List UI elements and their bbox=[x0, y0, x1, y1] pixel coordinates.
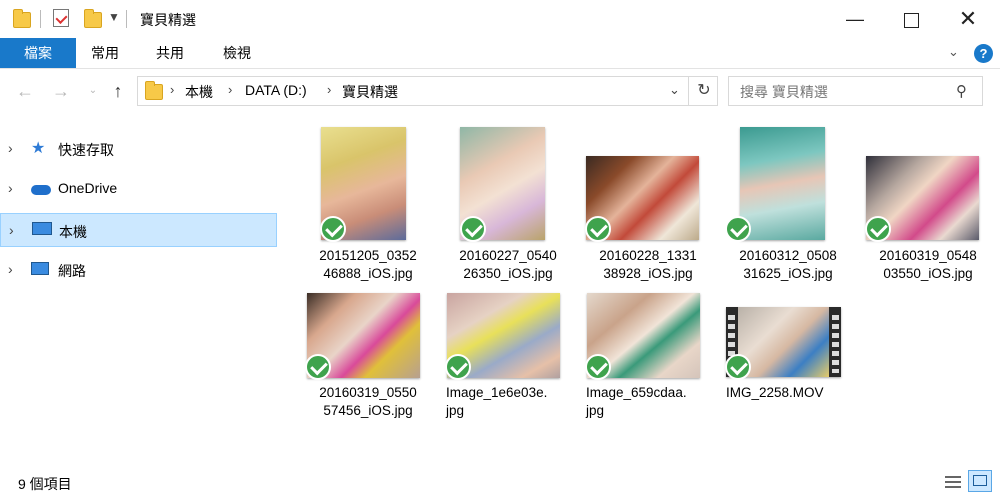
breadcrumb-chevron-icon[interactable]: › bbox=[228, 82, 232, 97]
file-item[interactable]: 20160228_1331 38928_iOS.jpg bbox=[583, 125, 713, 285]
recent-locations-icon[interactable]: ⌄ bbox=[80, 78, 106, 104]
sync-check-icon bbox=[725, 216, 751, 242]
back-arrow-icon[interactable]: ← bbox=[12, 78, 38, 104]
file-item[interactable]: 20160312_0508 31625_iOS.jpg bbox=[723, 125, 853, 285]
file-item[interactable]: 20160227_0540 26350_iOS.jpg bbox=[443, 125, 573, 285]
address-dropdown-icon[interactable]: ⌄ bbox=[669, 82, 680, 98]
nav-label: 快速存取 bbox=[58, 142, 114, 158]
sync-check-icon bbox=[585, 354, 611, 380]
expand-chevron-icon[interactable]: › bbox=[9, 222, 14, 238]
properties-icon[interactable] bbox=[53, 9, 69, 27]
minimize-icon: — bbox=[846, 9, 864, 29]
breadcrumb-chevron-icon[interactable]: › bbox=[327, 82, 331, 97]
file-name: Image_1e6e03e. jpg bbox=[446, 385, 548, 418]
nav-item-this-pc[interactable]: › 本機 bbox=[0, 213, 277, 247]
nav-item-quick-access[interactable]: › ★ 快速存取 bbox=[0, 131, 277, 167]
sync-check-icon bbox=[585, 216, 611, 242]
nav-label: 本機 bbox=[59, 224, 87, 240]
folder-icon bbox=[145, 81, 163, 100]
search-icon[interactable]: ⚲ bbox=[956, 82, 967, 100]
status-item-count: 9 個項目 bbox=[18, 476, 72, 492]
help-icon[interactable]: ? bbox=[974, 44, 993, 63]
expand-chevron-icon[interactable]: › bbox=[8, 180, 13, 196]
refresh-icon[interactable]: ↻ bbox=[688, 77, 719, 105]
sync-check-icon bbox=[320, 216, 346, 242]
title-bar: ▼ 寶貝精選 — ✕ bbox=[0, 0, 1000, 38]
minimize-button[interactable]: — bbox=[832, 0, 878, 38]
forward-arrow-icon[interactable]: → bbox=[48, 78, 74, 104]
expand-chevron-icon[interactable]: › bbox=[8, 140, 13, 156]
address-bar[interactable] bbox=[137, 76, 718, 106]
tab-view[interactable]: 檢視 bbox=[212, 38, 262, 68]
file-name: IMG_2258.MOV bbox=[726, 385, 824, 400]
sync-check-icon bbox=[445, 354, 471, 380]
breadcrumb-drive[interactable]: DATA (D:) bbox=[245, 82, 307, 98]
file-name: 20160319_0548 03550_iOS.jpg bbox=[879, 248, 977, 281]
nav-item-onedrive[interactable]: › OneDrive bbox=[0, 171, 277, 207]
file-item[interactable]: Image_1e6e03e. jpg bbox=[443, 290, 573, 450]
window-title: 寶貝精選 bbox=[140, 12, 196, 28]
divider bbox=[126, 10, 127, 28]
breadcrumb-chevron-icon[interactable]: › bbox=[170, 82, 174, 97]
expand-ribbon-icon[interactable]: ⌄ bbox=[948, 44, 959, 60]
file-item[interactable]: 20160319_0548 03550_iOS.jpg bbox=[863, 125, 993, 285]
cloud-icon bbox=[31, 185, 51, 195]
expand-chevron-icon[interactable]: › bbox=[8, 261, 13, 277]
file-name: 20151205_0352 46888_iOS.jpg bbox=[319, 248, 417, 281]
customize-toolbar-icon[interactable]: ▼ bbox=[108, 10, 120, 24]
sync-check-icon bbox=[865, 216, 891, 242]
close-icon: ✕ bbox=[958, 6, 978, 31]
up-arrow-icon[interactable]: ↑ bbox=[105, 78, 131, 104]
file-item[interactable]: Image_659cdaa. jpg bbox=[583, 290, 713, 450]
folder-icon bbox=[13, 9, 31, 28]
file-item[interactable]: 20160319_0550 57456_iOS.jpg bbox=[303, 290, 433, 450]
file-thumbnail bbox=[740, 127, 825, 240]
breadcrumb-this-pc[interactable]: 本機 bbox=[185, 82, 213, 102]
close-button[interactable]: ✕ bbox=[945, 0, 991, 38]
large-icons-view-icon[interactable] bbox=[968, 470, 992, 492]
sync-check-icon bbox=[460, 216, 486, 242]
nav-item-network[interactable]: › 網路 bbox=[0, 252, 277, 288]
file-name: 20160227_0540 26350_iOS.jpg bbox=[459, 248, 557, 281]
breadcrumb-folder[interactable]: 寶貝精選 bbox=[342, 82, 398, 102]
details-view-icon[interactable] bbox=[943, 473, 963, 491]
file-name: 20160312_0508 31625_iOS.jpg bbox=[739, 248, 837, 281]
file-item[interactable]: IMG_2258.MOV bbox=[723, 290, 853, 450]
sync-check-icon bbox=[725, 354, 751, 380]
file-name: 20160319_0550 57456_iOS.jpg bbox=[319, 385, 417, 418]
file-item[interactable]: 20151205_0352 46888_iOS.jpg bbox=[303, 125, 433, 285]
monitor-icon bbox=[32, 222, 52, 235]
tab-home[interactable]: 常用 bbox=[80, 38, 130, 68]
new-folder-icon[interactable] bbox=[84, 9, 102, 28]
star-icon: ★ bbox=[31, 140, 46, 157]
sync-check-icon bbox=[305, 354, 331, 380]
nav-label: OneDrive bbox=[58, 180, 118, 196]
file-name: Image_659cdaa. jpg bbox=[586, 385, 687, 418]
maximize-button[interactable] bbox=[888, 0, 934, 38]
divider bbox=[40, 10, 41, 28]
file-name: 20160228_1331 38928_iOS.jpg bbox=[599, 248, 697, 281]
nav-label: 網路 bbox=[58, 263, 86, 279]
tab-file[interactable]: 檔案 bbox=[0, 38, 76, 68]
network-icon bbox=[31, 262, 49, 275]
search-input[interactable]: 搜尋 寶貝精選 bbox=[740, 82, 828, 102]
maximize-icon bbox=[903, 12, 919, 28]
tab-share[interactable]: 共用 bbox=[145, 38, 195, 68]
